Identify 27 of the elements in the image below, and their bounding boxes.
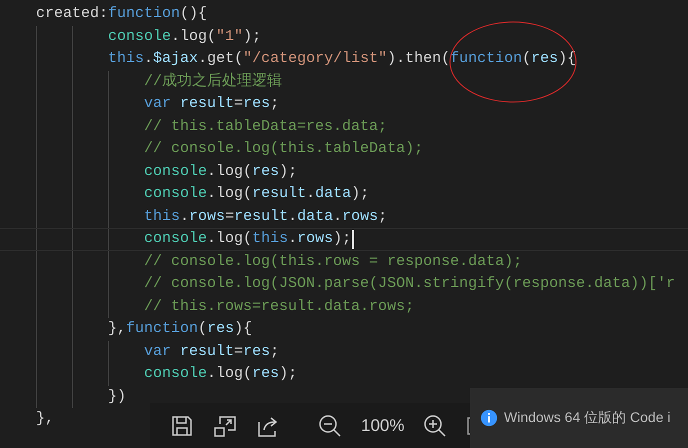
text-cursor [352, 230, 354, 249]
code-line: this.rows=result.data.rows; [143, 206, 388, 227]
info-icon [480, 409, 498, 427]
code-line: console.log("1"); [107, 26, 262, 47]
code-line: //成功之后处理逻辑 [143, 72, 282, 92]
zoom-out-icon[interactable] [318, 414, 342, 438]
notification-text: Windows 64 位版的 Code i [504, 409, 671, 427]
code-line: this.$ajax.get("/category/list").then(function(res){ [107, 49, 576, 70]
code-line: console.log(res); [143, 162, 298, 182]
code-line: created:function(){ [35, 4, 208, 24]
code-line: // console.log(JSON.parse(JSON.stringify(response.data))['r [143, 274, 676, 294]
code-line: console.log(res); [143, 364, 298, 384]
zoom-in-icon[interactable] [423, 414, 448, 438]
code-line: // this.tableData=res.data; [143, 116, 388, 137]
code-line: console.log(this.rows); [143, 229, 352, 250]
code-line: // console.log(this.tableData); [143, 139, 424, 160]
code-line: var result=res; [143, 94, 280, 114]
code-line: console.log(result.data); [143, 184, 370, 204]
code-line: // this.rows=result.data.rows; [143, 296, 414, 317]
zoom-level: 100% [361, 416, 404, 436]
code-line: }, [35, 409, 54, 430]
resize-icon[interactable] [213, 414, 237, 438]
code-line: var result=res; [143, 342, 280, 362]
code-line: }) [107, 386, 126, 407]
code-line: // console.log(this.rows = response.data); [143, 252, 522, 272]
code-line: },function(res){ [107, 319, 252, 340]
save-icon[interactable] [170, 414, 194, 438]
